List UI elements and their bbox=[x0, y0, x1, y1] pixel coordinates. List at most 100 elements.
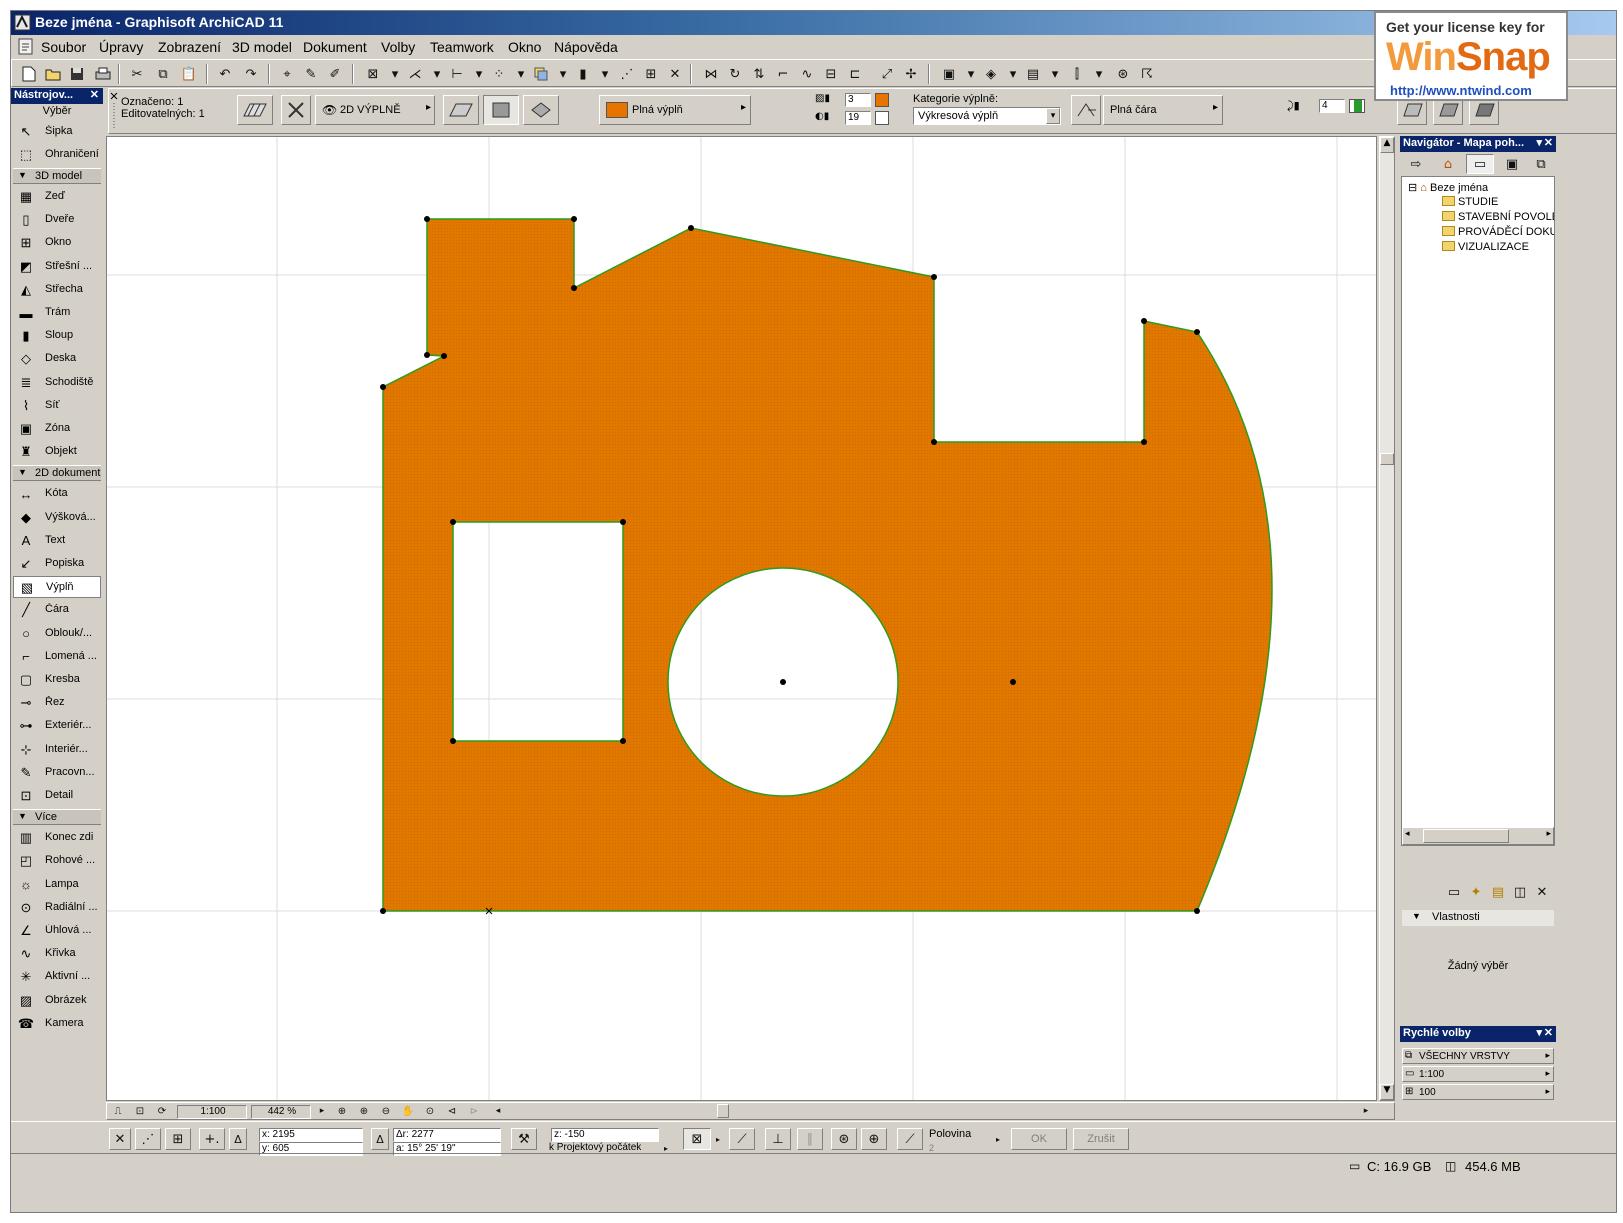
tool-group-document[interactable]: ▼ 2D dokument bbox=[13, 465, 101, 482]
floor-icon[interactable]: ⎍ bbox=[109, 1103, 127, 1119]
fill-type-button-1[interactable] bbox=[443, 95, 479, 125]
mirror-icon[interactable]: ⋈ bbox=[700, 63, 722, 85]
save-icon[interactable] bbox=[66, 63, 88, 85]
zoom-out-icon[interactable]: ⊖ bbox=[377, 1103, 395, 1119]
tool-section[interactable]: ⊸ Řez bbox=[13, 692, 101, 714]
distance-field[interactable]: Δr: 2277 bbox=[393, 1128, 501, 1142]
tree-root[interactable]: ⊟ ⌂ Beze jména bbox=[1408, 181, 1488, 194]
copy-icon[interactable]: ⧉ bbox=[152, 63, 174, 85]
tool-arc[interactable]: ○ Oblouk/... bbox=[13, 623, 101, 645]
close-control-icon[interactable]: ✕ bbox=[109, 1128, 131, 1150]
eyedropper-icon[interactable]: ✎ bbox=[300, 63, 322, 85]
tool-wall[interactable]: ▦ Zeď bbox=[13, 186, 101, 208]
ok-button[interactable]: OK bbox=[1011, 1128, 1067, 1150]
construction-grid-icon[interactable]: ⊞ bbox=[165, 1128, 191, 1150]
next-zoom-icon[interactable]: ⊳ bbox=[465, 1103, 483, 1119]
tool-group-more[interactable]: ▼ Více bbox=[13, 809, 101, 826]
properties-header[interactable]: ▼ Vlastnosti bbox=[1402, 910, 1554, 926]
tool-marquee[interactable]: ⬚ Ohraničení bbox=[13, 144, 101, 166]
tool-dimension[interactable]: ↔ Kóta bbox=[13, 483, 101, 505]
trim-icon[interactable]: ⋌ bbox=[404, 63, 426, 85]
background-pen-color-swatch[interactable] bbox=[875, 111, 889, 125]
scroll-right-icon[interactable]: ▸ bbox=[1359, 1103, 1373, 1119]
section-view-icon[interactable]: ⫿ bbox=[1066, 63, 1088, 85]
tool-column[interactable]: ▮ Sloup bbox=[13, 325, 101, 347]
tool-stair[interactable]: ≣ Schodiště bbox=[13, 372, 101, 394]
undo-icon[interactable]: ↶ bbox=[214, 63, 236, 85]
tool-object[interactable]: ♜ Objekt bbox=[13, 441, 101, 463]
print-icon[interactable] bbox=[92, 63, 114, 85]
fill-type-dropdown[interactable]: Plná výplň ▸ bbox=[599, 95, 751, 125]
dropdown-arrow-icon[interactable]: ▾ bbox=[552, 63, 574, 85]
curve-icon[interactable]: ∿ bbox=[796, 63, 818, 85]
quick-options-title[interactable]: Rychlé volby ▾ ✕ bbox=[1400, 1026, 1556, 1042]
toolbox-title[interactable]: Nástrojov... ✕ bbox=[11, 88, 103, 104]
zoom-menu-icon[interactable]: ▸ bbox=[315, 1103, 329, 1119]
orange-fill-polygon[interactable] bbox=[382, 218, 1273, 912]
ad-url[interactable]: http://www.ntwind.com bbox=[1390, 83, 1532, 98]
fill-pen-color-swatch[interactable] bbox=[875, 93, 889, 107]
tool-line[interactable]: ╱ Čára bbox=[13, 599, 101, 621]
resize-icon[interactable]: ⤢ bbox=[876, 63, 898, 85]
tool-spline[interactable]: ∿ Křivka bbox=[13, 943, 101, 965]
nav-horizontal-scrollbar[interactable]: ◂ ▸ bbox=[1402, 827, 1554, 845]
pen-set-select[interactable]: ⊞ 100 ▸ bbox=[1402, 1084, 1554, 1100]
tool-fill[interactable]: ▧ Výplň bbox=[13, 576, 101, 599]
new-file-icon[interactable] bbox=[18, 63, 40, 85]
diagonal-line-icon[interactable]: ⟋ bbox=[729, 1128, 755, 1150]
explore-icon[interactable]: ⊛ bbox=[1112, 63, 1134, 85]
pan-icon[interactable]: ✋ bbox=[399, 1103, 417, 1119]
find-select-icon[interactable]: ⌖ bbox=[276, 63, 298, 85]
drawing-svg[interactable] bbox=[107, 137, 1377, 1101]
dropdown-arrow-icon[interactable]: ▾ bbox=[468, 63, 490, 85]
menu-zobrazeni[interactable]: Zobrazení bbox=[158, 39, 221, 55]
delta-icon[interactable]: Δ bbox=[229, 1128, 247, 1150]
tool-text[interactable]: A Text bbox=[13, 530, 101, 552]
cancel-button[interactable]: Zrušit bbox=[1073, 1128, 1129, 1150]
tool-corner-window[interactable]: ◰ Rohové ... bbox=[13, 850, 101, 872]
tool-roof-window[interactable]: ◩ Střešní ... bbox=[13, 256, 101, 278]
tree-item-vizualizace[interactable]: VIZUALIZACE bbox=[1442, 241, 1529, 253]
view-icon[interactable]: ⊡ bbox=[131, 1103, 149, 1119]
previous-zoom-icon[interactable]: ⊲ bbox=[443, 1103, 461, 1119]
menu-soubor[interactable]: Soubor bbox=[41, 39, 86, 55]
refresh-icon[interactable]: ⟳ bbox=[153, 1103, 171, 1119]
archicad-app-icon[interactable] bbox=[14, 14, 31, 31]
3d-window-icon[interactable]: ◈ bbox=[980, 63, 1002, 85]
relative-construction-icon[interactable]: +. bbox=[199, 1128, 225, 1150]
gravity-icon[interactable]: ⊠ bbox=[362, 63, 384, 85]
fill-type-button-2[interactable] bbox=[483, 95, 519, 125]
dropdown-arrow-icon[interactable]: ▾ bbox=[1044, 63, 1066, 85]
tool-drawing[interactable]: ▢ Kresba bbox=[13, 669, 101, 691]
fillet-icon[interactable]: ✢ bbox=[900, 63, 922, 85]
new-folder-icon[interactable]: ✦ bbox=[1466, 882, 1486, 902]
h-scroll-thumb[interactable] bbox=[717, 1104, 729, 1118]
tool-level-dimension[interactable]: ◆ Výšková... bbox=[13, 507, 101, 529]
rotate-icon[interactable]: ↻ bbox=[724, 63, 746, 85]
info-box-close-icon[interactable] bbox=[109, 91, 119, 131]
layers-icon[interactable] bbox=[530, 63, 552, 85]
scroll-thumb[interactable] bbox=[1380, 453, 1394, 465]
perpendicular-icon[interactable]: ⊥ bbox=[765, 1128, 791, 1150]
delete-icon[interactable]: ✕ bbox=[1532, 882, 1552, 902]
tool-interior-elevation[interactable]: ⊹ Interiér... bbox=[13, 739, 101, 761]
fill-tool-settings-button[interactable] bbox=[237, 95, 273, 125]
adjust-icon[interactable]: ⊏ bbox=[844, 63, 866, 85]
intersection-icon[interactable]: ⊛ bbox=[831, 1128, 857, 1150]
scroll-up-icon[interactable]: ▲ bbox=[1380, 137, 1394, 153]
contour-toggle-button[interactable] bbox=[1071, 95, 1101, 125]
x-coordinate-field[interactable]: x: 2195 bbox=[259, 1128, 363, 1142]
tool-radial-dimension[interactable]: ⊙ Radiální ... bbox=[13, 897, 101, 919]
copy-view-icon[interactable]: ⧉ bbox=[1528, 154, 1554, 174]
delta-polar-icon[interactable]: Δ bbox=[371, 1128, 389, 1150]
layer-combination-select[interactable]: ⧉ VŠECHNY VRSTVY ▸ bbox=[1402, 1048, 1554, 1064]
2d-fill-mode-dropdown[interactable]: 👁 2D VÝPLNĚ ▸ bbox=[315, 95, 435, 125]
snap-point-icon[interactable]: ⟋ bbox=[897, 1128, 923, 1150]
view-map-icon[interactable]: ⌂ bbox=[1434, 154, 1462, 174]
layout-book-icon[interactable]: ▭ bbox=[1466, 154, 1494, 174]
nav-scroll-thumb[interactable] bbox=[1423, 829, 1509, 843]
tool-lamp[interactable]: ☼ Lampa bbox=[13, 874, 101, 896]
z-tool-icon[interactable]: ⚒ bbox=[511, 1128, 537, 1150]
dropdown-arrow-icon[interactable]: ▾ bbox=[960, 63, 982, 85]
scale-select[interactable]: ▭ 1:100 ▸ bbox=[1402, 1066, 1554, 1082]
